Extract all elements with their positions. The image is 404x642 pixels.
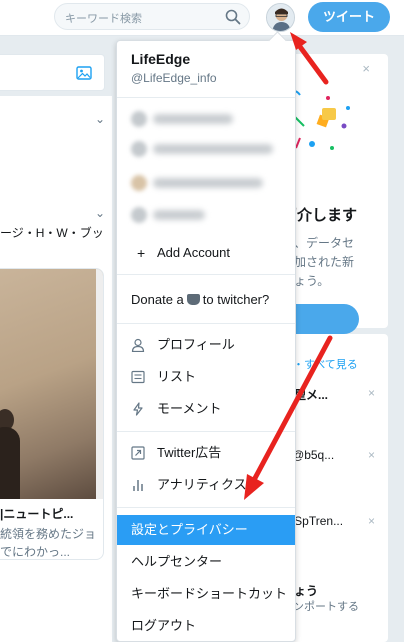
search-icon[interactable]: [225, 9, 241, 25]
person-icon: [131, 338, 145, 352]
link-card-desc: 統領を務めたジョ: [0, 527, 97, 541]
menu-item-label: リスト: [157, 369, 197, 384]
menu-divider: [117, 431, 295, 432]
tweet-button[interactable]: ツイート: [308, 2, 390, 32]
menu-divider: [117, 323, 295, 324]
link-card-desc: でにわかっ...: [0, 545, 71, 559]
photo-person: [0, 427, 20, 499]
menu-item-label: Twitter広告: [157, 445, 222, 460]
menu-item-settings-privacy[interactable]: 設定とプライバシー: [117, 515, 295, 545]
menu-item-label: キーボードショートカット: [131, 586, 288, 601]
external-link-icon: [131, 446, 145, 460]
blurred-avatar: [131, 207, 147, 223]
bar-chart-icon: [133, 480, 143, 491]
menu-item-label: ヘルプセンター: [131, 554, 223, 569]
plus-icon: +: [137, 245, 146, 261]
top-bar: キーワード検索 ツイート: [0, 0, 404, 36]
switch-account-item[interactable]: [131, 207, 271, 223]
avatar-icon: [267, 4, 294, 31]
menu-item-label: モーメント: [157, 401, 222, 416]
menu-item-twitter-ads[interactable]: Twitter広告: [117, 438, 295, 468]
trends-card: 新・すべて見る 検型メ... × 3 @b5q... × @SpTren... …: [282, 334, 388, 642]
menu-item-label: 設定とプライバシー: [131, 522, 248, 537]
menu-item-label: ログアウト: [131, 618, 197, 633]
blurred-avatar: [131, 141, 147, 157]
donate-item[interactable]: Donate a to twitcher?: [117, 285, 295, 315]
promo-card: × 紹介します ス、データセ 追加された新 しょう。: [282, 54, 388, 334]
menu-item-moments[interactable]: モーメント: [117, 394, 295, 424]
menu-item-label: アナリティクス: [157, 477, 247, 492]
blurred-account-name: [153, 114, 233, 124]
photo-credit-strip: [96, 269, 103, 499]
close-icon[interactable]: ×: [368, 448, 375, 462]
close-icon[interactable]: ×: [362, 61, 370, 76]
menu-divider: [117, 507, 295, 508]
account-dropdown-menu: LifeEdge @LifeEdge_info + Add Account Do…: [116, 40, 296, 642]
blurred-avatar: [131, 175, 147, 191]
link-card[interactable]: |ニュートピ... 統領を務めたジョ でにわかっ...: [0, 268, 104, 560]
timeline-column: ⌄ ⌄ ージ・H・W・ブッ |ニュートピ... 統領を務めたジョ でにわかっ..…: [0, 36, 112, 642]
menu-item-label: プロフィール: [157, 337, 235, 352]
blurred-account-name: [153, 144, 273, 154]
tweet-text: ージ・H・W・ブッ: [0, 226, 104, 240]
close-icon[interactable]: ×: [368, 386, 375, 400]
account-name[interactable]: LifeEdge: [131, 51, 190, 67]
switch-account-item[interactable]: [131, 141, 273, 157]
menu-divider: [117, 97, 295, 98]
coffee-cup-icon: [186, 294, 200, 305]
account-handle: @LifeEdge_info: [131, 71, 217, 85]
blurred-account-name: [153, 178, 263, 188]
add-account-item[interactable]: + Add Account: [117, 238, 295, 268]
tweet-card: ⌄ ージ・H・W・ブッ |ニュートピ... 統領を務めたジョ でにわかっ...: [0, 198, 112, 642]
compose-box[interactable]: [0, 54, 105, 91]
search-placeholder: キーワード検索: [65, 13, 142, 25]
switch-account-item[interactable]: [131, 175, 271, 191]
switch-account-item[interactable]: [131, 111, 271, 127]
menu-item-help-center[interactable]: ヘルプセンター: [117, 547, 295, 577]
donate-suffix: to twitcher?: [202, 292, 270, 307]
menu-item-lists[interactable]: リスト: [117, 362, 295, 392]
menu-divider: [117, 274, 295, 275]
list-icon: [131, 370, 145, 384]
donate-label: Donate a to twitcher?: [131, 285, 269, 315]
donate-prefix: Donate a: [131, 292, 184, 307]
right-sidebar: × 紹介します ス、データセ 追加された新 しょう。 新・すべて見る 検型メ..…: [282, 36, 404, 642]
search-input[interactable]: キーワード検索: [54, 3, 250, 30]
blurred-avatar: [131, 111, 147, 127]
image-icon[interactable]: [76, 65, 92, 81]
blurred-account-name: [153, 210, 205, 220]
lightning-icon: [133, 402, 143, 416]
menu-item-profile[interactable]: プロフィール: [117, 330, 295, 360]
profile-avatar-button[interactable]: [266, 3, 295, 32]
menu-item-logout[interactable]: ログアウト: [117, 611, 295, 641]
link-card-image: [0, 269, 103, 499]
link-card-title: |ニュートピ...: [0, 507, 74, 521]
chevron-down-icon[interactable]: ⌄: [95, 112, 105, 126]
add-account-label: Add Account: [157, 245, 230, 260]
menu-item-analytics[interactable]: アナリティクス: [117, 470, 295, 500]
chevron-down-icon[interactable]: ⌄: [95, 206, 105, 220]
close-icon[interactable]: ×: [368, 514, 375, 528]
menu-item-keyboard-shortcuts[interactable]: キーボードショートカット: [117, 579, 295, 609]
